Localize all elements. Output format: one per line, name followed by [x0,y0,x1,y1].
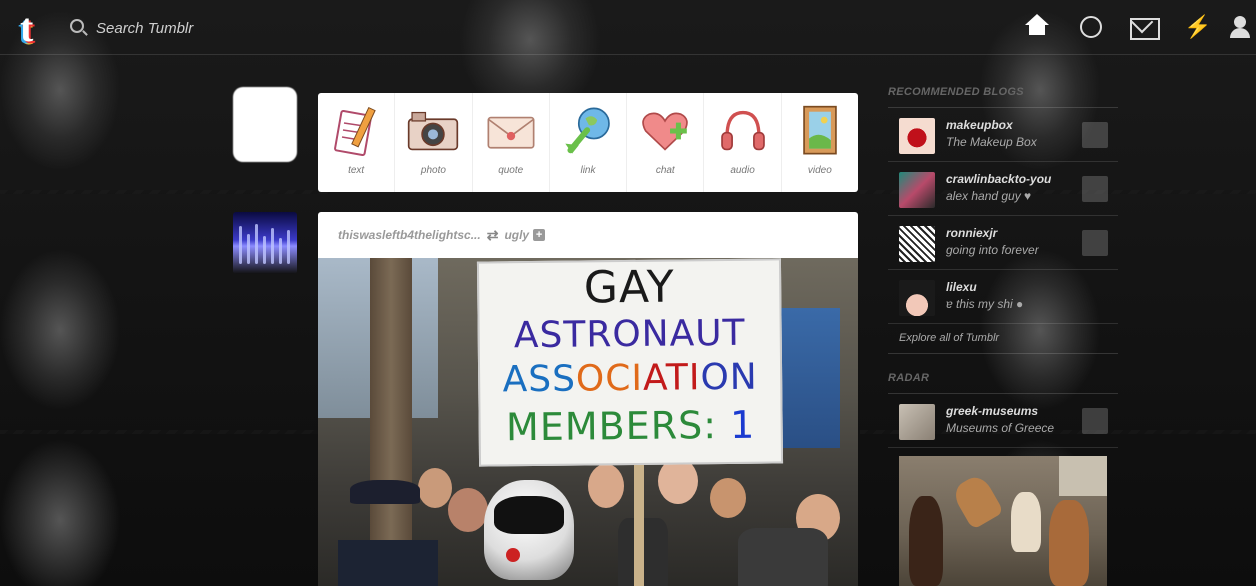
reblogged-from-link[interactable]: ugly [504,228,529,242]
tumblr-logo[interactable]: t [18,5,52,50]
recommended-blogs-title: RECOMMENDED BLOGS [888,86,1118,108]
blog-title: The Makeup Box [946,135,1037,149]
blog-avatar [899,226,935,262]
photo-tree-trunk [370,258,412,586]
post-photo[interactable]: GAY ASTRONAUT ASSOCIATION MEMBERS: 1 [318,258,858,586]
blog-name[interactable]: ronniexjr [946,226,997,240]
home-icon[interactable] [1024,14,1050,40]
account-icon[interactable] [1228,14,1254,40]
post-type-label: link [580,165,596,176]
blog-title: ɐ this my shi ● [946,297,1024,311]
photo-astronaut-helmet [484,480,574,580]
follow-blog-button[interactable] [1082,408,1108,434]
post-author-avatar[interactable] [233,212,297,274]
post-type-label: text [348,165,365,176]
follow-blog-button[interactable] [1082,122,1108,148]
new-text-post-button[interactable]: text [318,93,396,192]
headphones-icon [720,110,765,151]
new-video-post-button[interactable]: video [782,93,858,192]
new-quote-post-button[interactable]: quote [473,93,550,192]
sign-line-2: ASTRONAUT [513,312,746,357]
photo-police-uniform [338,540,438,586]
blog-title: going into forever [946,243,1039,257]
photo-police-hat [350,480,420,504]
reblog-icon: ⇄ [486,226,499,243]
radar-post-image[interactable] [899,456,1107,586]
blog-avatar [899,404,935,440]
blog-avatar [899,118,935,154]
text-icon [334,106,376,156]
blog-avatar [899,280,935,316]
post-author-link[interactable]: thiswasleftb4thelightsc... [338,228,481,242]
photo-protest-sign: GAY ASTRONAUT ASSOCIATION MEMBERS: 1 [476,258,784,467]
user-avatar[interactable] [233,87,297,162]
dashboard-post: thiswasleftb4thelightsc... ⇄ ugly + GAY … [318,212,858,586]
blog-title: alex hand guy ♥ [946,189,1032,203]
photo-blue-screen [778,308,840,448]
recommended-blog-item[interactable]: ronniexjr going into forever [888,216,1118,270]
blog-name[interactable]: lilexu [946,280,977,294]
post-header: thiswasleftb4thelightsc... ⇄ ugly + [318,212,858,258]
mail-icon[interactable] [1130,14,1160,40]
search-input[interactable] [96,16,286,40]
new-photo-post-button[interactable]: photo [395,93,473,192]
sign-line-1: GAY [583,261,675,314]
recommended-blog-item[interactable]: crawlinbackto-you alex hand guy ♥ [888,162,1118,216]
post-type-label: video [807,165,832,176]
blog-name[interactable]: crawlinbackto-you [946,172,1051,186]
new-chat-post-button[interactable]: chat [627,93,705,192]
explore-all-link[interactable]: Explore all of Tumblr [888,324,1118,354]
explore-icon[interactable] [1078,14,1104,40]
new-link-post-button[interactable]: link [550,93,628,192]
post-type-label: audio [730,165,755,176]
tumblr-logo-letter: t [20,5,34,50]
search-icon [70,19,84,33]
film-icon [803,105,837,155]
search-bar[interactable] [70,16,290,40]
blog-name[interactable]: greek-museums [946,404,1038,418]
right-sidebar: RECOMMENDED BLOGS makeupbox The Makeup B… [888,86,1118,586]
blog-name[interactable]: makeupbox [946,118,1013,132]
quote-icon [487,116,535,149]
camera-icon [408,111,459,151]
follow-plus-icon[interactable]: + [533,229,546,241]
sign-line-4: MEMBERS: 1 [505,402,756,450]
post-composer: text photo quote link chat audio video [318,93,858,192]
post-type-label: chat [655,165,675,176]
blog-avatar [899,172,935,208]
follow-blog-button[interactable] [1082,230,1108,256]
post-type-label: photo [420,165,446,176]
follow-blog-button[interactable] [1082,176,1108,202]
blog-title: Museums of Greece [946,421,1055,435]
radar-title: RADAR [888,372,1118,394]
post-type-label: quote [498,165,524,176]
recommended-blog-item[interactable]: lilexu ɐ this my shi ● [888,270,1118,324]
lightning-icon[interactable]: ⚡ [1184,14,1211,40]
chat-icon [642,112,689,151]
recommended-blog-item[interactable]: makeupbox The Makeup Box [888,108,1118,162]
sign-line-3: ASSOCIATION [502,356,758,401]
top-navigation-bar: t ⚡ [0,0,1256,55]
link-icon [565,107,610,154]
photo-sign-pole [634,464,644,586]
radar-blog-item[interactable]: greek-museums Museums of Greece [888,394,1118,448]
new-audio-post-button[interactable]: audio [704,93,782,192]
